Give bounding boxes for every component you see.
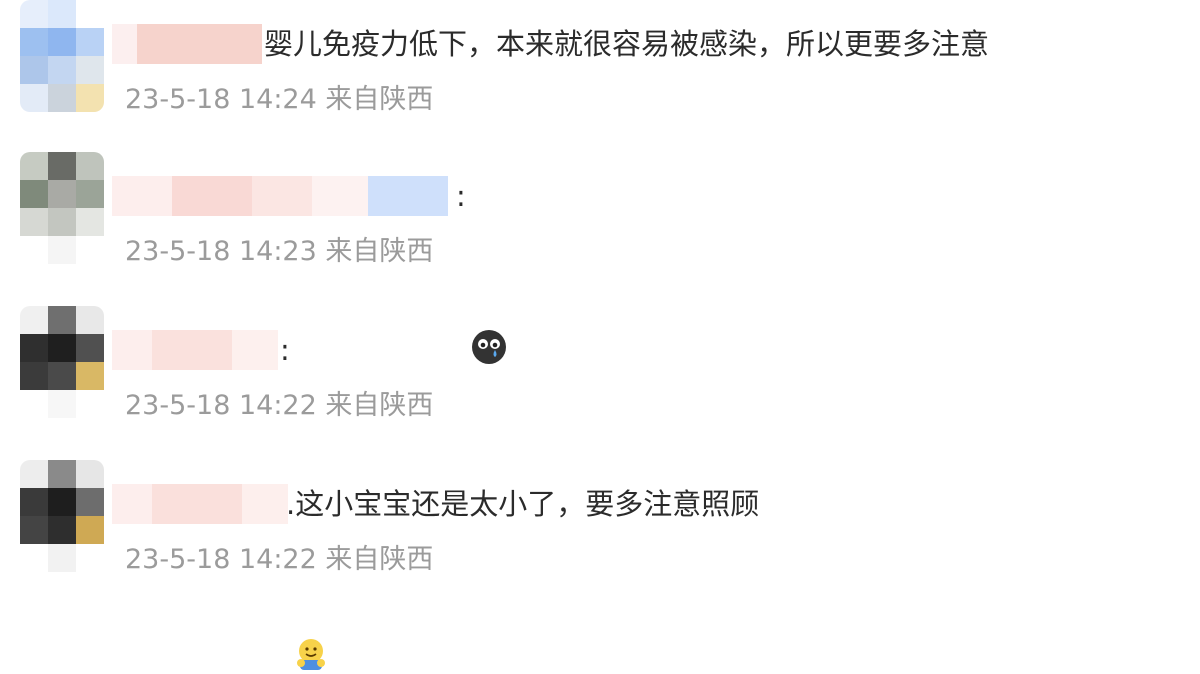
comment-meta: 23-5-18 14:22 来自陕西 <box>125 390 433 422</box>
comment-time: 23-5-18 14:24 <box>125 84 317 115</box>
comment-meta: 23-5-18 14:24 来自陕西 <box>125 84 433 116</box>
comment-time: 23-5-18 14:22 <box>125 390 317 421</box>
comment-text: : <box>280 332 290 368</box>
username[interactable] <box>112 24 262 64</box>
avatar[interactable] <box>20 152 104 264</box>
comment-location: 来自陕西 <box>325 544 434 575</box>
comment-meta: 23-5-18 14:23 来自陕西 <box>125 236 433 268</box>
comment-text: : <box>456 178 466 214</box>
avatar[interactable] <box>20 306 104 418</box>
avatar[interactable] <box>20 460 104 572</box>
username[interactable] <box>112 330 278 370</box>
comment-location: 来自陕西 <box>325 84 434 115</box>
comment-text: .这小宝宝还是太小了，要多注意照顾 <box>286 487 760 521</box>
comment-prefix: : <box>456 179 466 213</box>
avatar[interactable] <box>20 0 104 112</box>
comment-item: : 23-5-18 14:23 来自陕西 <box>0 152 1200 364</box>
comment-text: 婴儿免疫力低下，本来就很容易被感染，所以更要多注意 <box>264 27 990 61</box>
comment-time: 23-5-18 14:22 <box>125 544 317 575</box>
comment-item: .这小宝宝还是太小了，要多注意照顾 23-5-18 14:22 来自陕西 <box>0 460 1200 600</box>
comment-location: 来自陕西 <box>325 390 434 421</box>
comment-time: 23-5-18 14:23 <box>125 236 317 267</box>
comment-meta: 23-5-18 14:22 来自陕西 <box>125 544 433 576</box>
comment-location: 来自陕西 <box>325 236 434 267</box>
comment-item: 婴儿免疫力低下，本来就很容易被感染，所以更要多注意 23-5-18 14:24 … <box>0 0 1200 140</box>
username[interactable] <box>112 484 288 524</box>
hug-face-icon <box>297 639 325 670</box>
comment-item: : 23-5-18 14:22 来自陕西 <box>0 306 1200 670</box>
comment-prefix: : <box>280 333 290 367</box>
username[interactable] <box>112 176 448 216</box>
